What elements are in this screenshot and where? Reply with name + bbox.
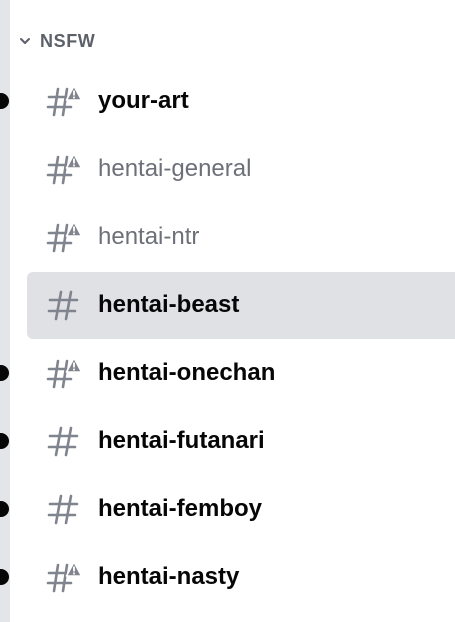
channel-item-hentai-beast[interactable]: hentai-beast — [0, 271, 455, 339]
text-channel-icon — [47, 426, 79, 457]
unread-indicator — [0, 569, 9, 585]
channel-item-hentai-nasty[interactable]: hentai-nasty — [0, 543, 455, 611]
unread-indicator — [0, 433, 9, 449]
channel-item-hentai-general[interactable]: hentai-general — [0, 135, 455, 203]
nsfw-text-channel-icon — [46, 357, 82, 389]
nsfw-text-channel-icon — [46, 153, 82, 185]
nsfw-text-channel-icon — [46, 561, 82, 593]
unread-indicator — [0, 501, 9, 517]
category-nsfw[interactable]: NSFW — [18, 28, 95, 54]
channel-name: hentai-onechan — [98, 359, 276, 386]
text-channel-icon — [47, 290, 79, 321]
channel-list: your-art hentai-general hentai-ntr henta… — [0, 67, 455, 611]
channel-name: hentai-futanari — [98, 427, 265, 454]
category-label: NSFW — [40, 30, 96, 51]
channel-name: hentai-nasty — [98, 563, 240, 590]
text-channel-icon — [47, 494, 79, 525]
chevron-down-icon — [20, 38, 30, 44]
channel-name: your-art — [98, 87, 189, 114]
channel-item-hentai-ntr[interactable]: hentai-ntr — [0, 203, 455, 271]
channel-item-hentai-onechan[interactable]: hentai-onechan — [0, 339, 455, 407]
nsfw-text-channel-icon — [46, 85, 82, 117]
channel-item-hentai-femboy[interactable]: hentai-femboy — [0, 475, 455, 543]
channel-item-hentai-futanari[interactable]: hentai-futanari — [0, 407, 455, 475]
channel-name: hentai-ntr — [98, 223, 200, 250]
channel-name: hentai-femboy — [98, 495, 263, 522]
channel-name: hentai-beast — [98, 291, 240, 318]
channel-name: hentai-general — [98, 155, 252, 182]
channel-item-your-art[interactable]: your-art — [0, 67, 455, 135]
nsfw-text-channel-icon — [46, 221, 82, 253]
unread-indicator — [0, 365, 9, 381]
unread-indicator — [0, 93, 9, 109]
